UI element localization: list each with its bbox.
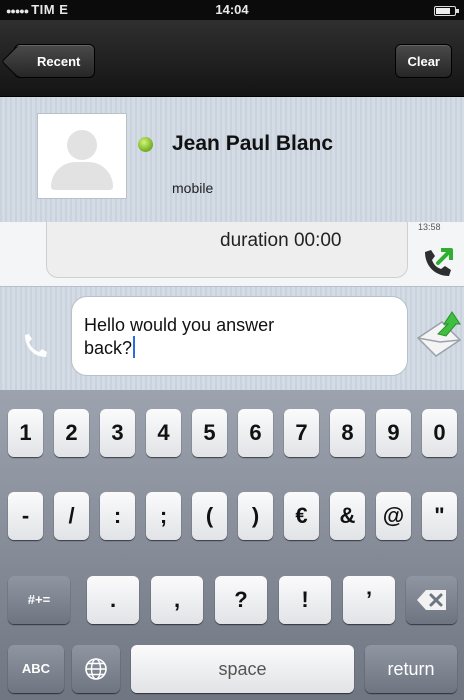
navigation-bar: Recent Clear [0, 20, 464, 97]
key-slash[interactable]: / [54, 492, 89, 540]
key-9[interactable]: 9 [376, 409, 411, 457]
key-at[interactable]: @ [376, 492, 411, 540]
key-exclamation[interactable]: ! [279, 576, 331, 624]
key-close-paren[interactable]: ) [238, 492, 273, 540]
message-time: 13:58 [418, 222, 441, 232]
back-button[interactable]: Recent [14, 44, 96, 78]
key-semicolon[interactable]: ; [146, 492, 181, 540]
space-key[interactable]: space [131, 645, 354, 693]
contact-header [0, 97, 464, 222]
key-quote[interactable]: " [422, 492, 457, 540]
key-colon[interactable]: : [100, 492, 135, 540]
message-input[interactable]: Hello would you answer back? [71, 296, 408, 376]
contact-name: Jean Paul Blanc [172, 132, 334, 155]
backspace-icon [416, 590, 446, 610]
key-abc[interactable]: ABC [8, 645, 64, 693]
key-1[interactable]: 1 [8, 409, 43, 457]
key-comma[interactable]: , [151, 576, 203, 624]
text-cursor [133, 336, 136, 358]
key-0[interactable]: 0 [422, 409, 457, 457]
globe-icon [85, 658, 107, 680]
key-ampersand[interactable]: & [330, 492, 365, 540]
return-key[interactable]: return [365, 645, 457, 693]
key-5[interactable]: 5 [192, 409, 227, 457]
phone-icon[interactable] [20, 331, 50, 361]
key-6[interactable]: 6 [238, 409, 273, 457]
status-time: 14:04 [215, 2, 249, 17]
key-2[interactable]: 2 [54, 409, 89, 457]
key-apostrophe[interactable]: ’ [343, 576, 395, 624]
key-3[interactable]: 3 [100, 409, 135, 457]
contact-number-type: mobile [172, 180, 214, 196]
key-open-paren[interactable]: ( [192, 492, 227, 540]
key-8[interactable]: 8 [330, 409, 365, 457]
key-period[interactable]: . [87, 576, 139, 624]
outgoing-call-icon [425, 248, 453, 276]
battery-icon [434, 6, 459, 16]
call-duration: duration 00:00 [220, 230, 342, 251]
key-hyphen[interactable]: - [8, 492, 43, 540]
clear-button[interactable]: Clear [395, 44, 452, 78]
presence-dot-icon [138, 137, 153, 152]
person-placeholder-icon[interactable] [37, 113, 127, 199]
globe-key[interactable] [72, 645, 120, 693]
status-bar: ●●●●● TIM E 14:04 [0, 0, 464, 20]
key-euro[interactable]: € [284, 492, 319, 540]
key-more-symbols[interactable]: #+= [8, 576, 70, 624]
send-message-icon[interactable] [414, 308, 464, 362]
key-7[interactable]: 7 [284, 409, 319, 457]
backspace-key[interactable] [406, 576, 457, 624]
key-question[interactable]: ? [215, 576, 267, 624]
key-4[interactable]: 4 [146, 409, 181, 457]
